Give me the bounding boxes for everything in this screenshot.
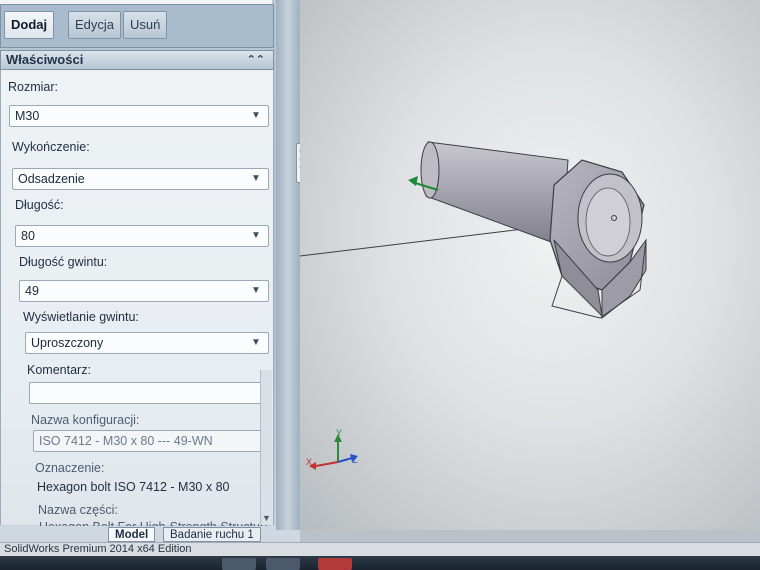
designation-label: Oznaczenie: — [35, 461, 105, 475]
bolt-model[interactable] — [420, 141, 647, 320]
properties-scrollbar[interactable]: ▼ — [260, 370, 272, 525]
triad-z-label: Z — [352, 455, 358, 465]
delete-button[interactable]: Usuń — [123, 11, 168, 39]
chevron-down-icon: ▼ — [251, 230, 261, 241]
thread-length-select[interactable]: 49 ▼ — [19, 280, 269, 302]
action-tab-bar: Dodaj Edycja Usuń — [0, 4, 274, 48]
tab-model[interactable]: Model — [108, 527, 156, 542]
edit-button[interactable]: Edycja — [68, 11, 122, 39]
bottom-tab-bar: Model Badanie ruchu 1 — [0, 526, 300, 542]
length-select[interactable]: 80 ▼ — [15, 225, 269, 247]
finish-select[interactable]: Odsadzenie ▼ — [12, 168, 269, 190]
properties-title: Właściwości — [6, 52, 84, 67]
size-value: M30 — [15, 109, 40, 123]
designation-value: Hexagon bolt ISO 7412 - M30 x 80 — [37, 480, 230, 494]
config-name-field: ISO 7412 - M30 x 80 --- 49-WN — [33, 430, 268, 452]
finish-value: Odsadzenie — [18, 172, 85, 186]
taskbar-solidworks-icon[interactable] — [318, 558, 352, 570]
chevron-down-icon: ▼ — [251, 173, 261, 184]
properties-header[interactable]: Właściwości ⌃⌃ — [0, 50, 274, 70]
property-manager-panel: Dodaj Edycja Usuń Właściwości ⌃⌃ Rozmiar… — [0, 0, 276, 530]
config-name-label: Nazwa konfiguracji: — [31, 413, 140, 427]
chevron-down-icon: ▼ — [251, 110, 261, 121]
collapse-up-icon[interactable]: ⌃⌃ — [247, 53, 265, 67]
status-bar: SolidWorks Premium 2014 x64 Edition — [0, 542, 760, 556]
part-name-label: Nazwa części: — [38, 503, 118, 517]
size-label: Rozmiar: — [8, 80, 59, 94]
taskbar-app-icon[interactable] — [266, 558, 300, 570]
triad-x-label: X — [306, 457, 312, 467]
length-label: Długość: — [15, 198, 64, 212]
chevron-down-icon: ▼ — [251, 285, 261, 296]
chevron-down-icon: ▼ — [251, 337, 261, 348]
thread-display-label: Wyświetlanie gwintu: — [23, 310, 139, 324]
length-value: 80 — [21, 229, 35, 243]
add-button[interactable]: Dodaj — [4, 11, 55, 39]
scroll-down-icon[interactable]: ▼ — [261, 513, 272, 523]
thread-length-label: Długość gwintu: — [19, 255, 108, 269]
comment-input[interactable] — [29, 382, 269, 404]
finish-label: Wykończenie: — [12, 140, 90, 154]
status-text: SolidWorks Premium 2014 x64 Edition — [4, 543, 192, 555]
comment-label: Komentarz: — [27, 363, 91, 377]
thread-display-value: Uproszczony — [31, 336, 104, 350]
triad-y-label: Y — [336, 428, 342, 438]
axis-triad-icon: Y X Z — [306, 428, 358, 470]
graphics-viewport[interactable]: Y X Z — [300, 0, 760, 530]
size-select[interactable]: M30 ▼ — [9, 105, 269, 127]
model-canvas: Y X Z — [300, 141, 647, 470]
thread-display-select[interactable]: Uproszczony ▼ — [25, 332, 269, 354]
taskbar-app-icon[interactable] — [222, 558, 256, 570]
tab-motion-study[interactable]: Badanie ruchu 1 — [163, 527, 261, 542]
os-taskbar — [0, 556, 760, 570]
properties-body: Rozmiar: M30 ▼ Wykończenie: Odsadzenie ▼… — [0, 70, 274, 526]
panel-splitter[interactable] — [276, 0, 300, 530]
thread-length-value: 49 — [25, 284, 39, 298]
